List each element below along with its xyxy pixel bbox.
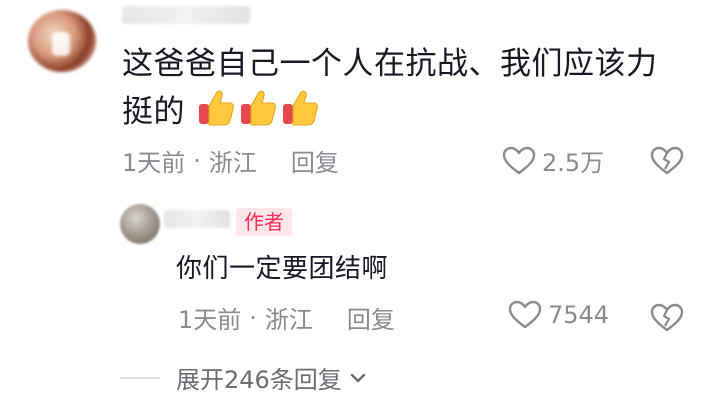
meta-separator: ·: [249, 303, 257, 332]
author-badge: 作者: [236, 208, 292, 236]
reply-time: 1天前: [178, 306, 242, 334]
expand-replies-label: 展开246条回复: [176, 366, 342, 394]
thumbs-up-emoji: [241, 90, 277, 126]
meta-separator: ·: [193, 146, 201, 175]
divider-line: [120, 376, 160, 379]
expand-replies-button[interactable]: 展开246条回复: [120, 360, 368, 395]
broken-heart-icon[interactable]: [650, 146, 684, 176]
comment-location: 浙江: [208, 149, 257, 177]
like-count: 2.5万: [542, 149, 605, 177]
comment-meta: 1天前 · 浙江 回复: [122, 143, 339, 178]
thumbs-up-emoji: [199, 90, 235, 126]
reply-meta: 1天前 · 浙江 回复: [178, 300, 395, 335]
author-name-redacted[interactable]: [164, 210, 230, 228]
like-count: 7544: [548, 301, 610, 329]
reply-button[interactable]: 回复: [291, 143, 339, 178]
reply-location: 浙江: [264, 306, 313, 334]
thumbs-up-emoji-group: [197, 88, 319, 128]
broken-heart-icon[interactable]: [650, 303, 684, 333]
reply-button[interactable]: 回复: [347, 300, 395, 335]
chevron-down-icon: [350, 373, 366, 382]
reply-text: 你们一定要团结啊: [176, 254, 389, 284]
commenter-name-redacted[interactable]: [122, 6, 250, 24]
reply-like-button[interactable]: 7544: [508, 300, 609, 330]
heart-icon: [508, 300, 542, 329]
comment-body: 这爸爸自己一个人在抗战、我们应该力挺的: [122, 40, 682, 136]
author-avatar[interactable]: [120, 204, 160, 244]
like-button[interactable]: 2.5万: [502, 143, 604, 178]
thumbs-up-emoji: [283, 90, 319, 126]
comment-thread: 这爸爸自己一个人在抗战、我们应该力挺的 1天前 · 浙江 回复 2.5万 作者 …: [0, 0, 720, 404]
comment-time: 1天前: [122, 149, 186, 177]
commenter-avatar[interactable]: [28, 10, 96, 72]
heart-icon: [502, 146, 536, 174]
